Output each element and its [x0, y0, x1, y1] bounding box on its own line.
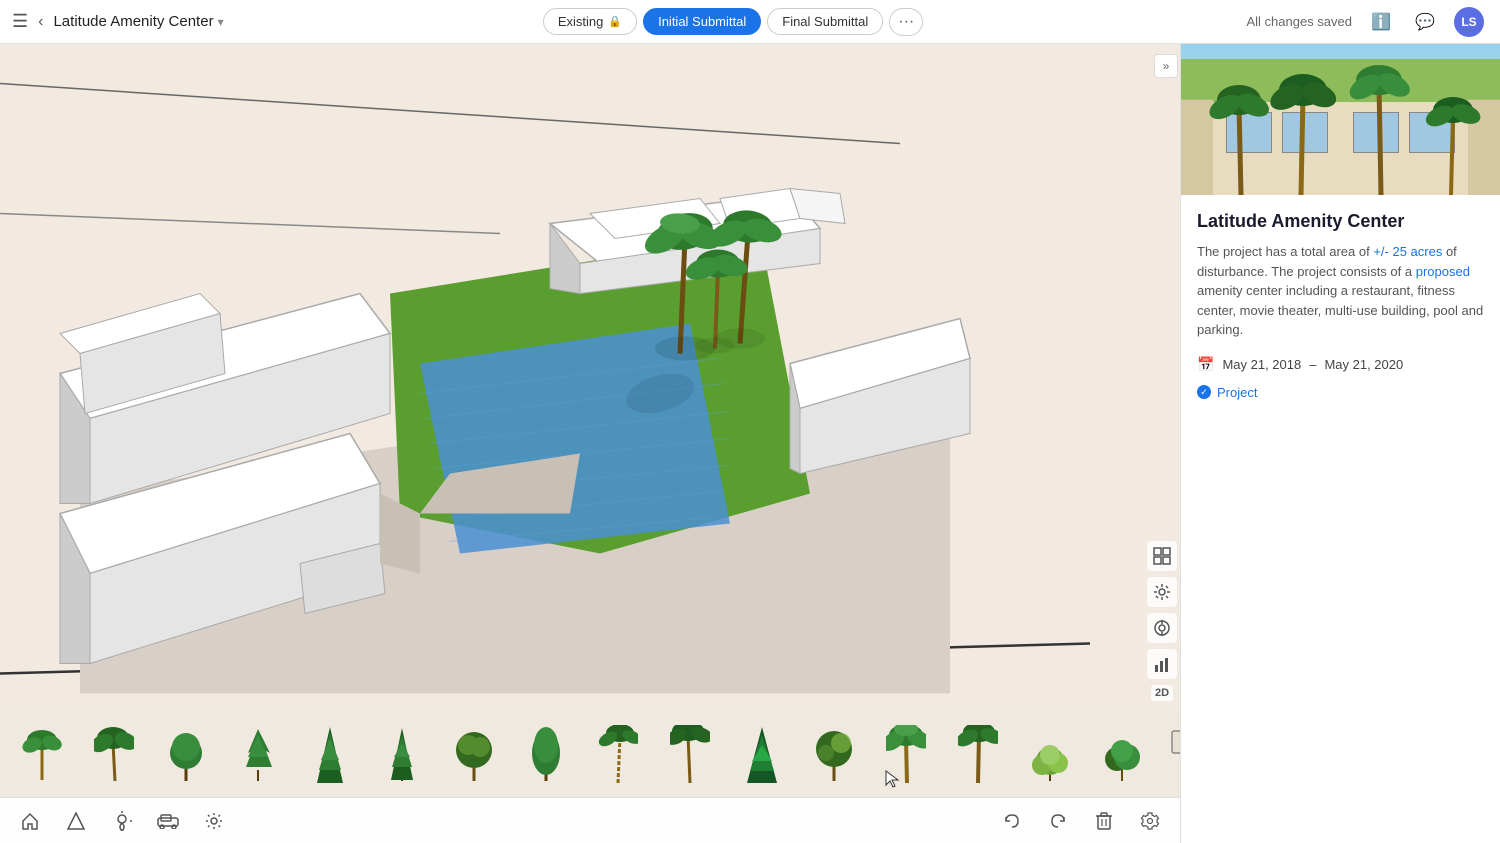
- asset-palm-medium[interactable]: [80, 715, 148, 791]
- header-left: ☰ ‹ Latitude Amenity Center ▾: [0, 11, 236, 32]
- panel-description: The project has a total area of +/- 25 a…: [1197, 242, 1484, 340]
- effects-button[interactable]: [1147, 577, 1177, 607]
- asset-tree-tall[interactable]: [224, 715, 292, 791]
- grid-toggle-button[interactable]: [1147, 541, 1177, 571]
- delete-button[interactable]: [1090, 807, 1118, 835]
- asset-tree-round3[interactable]: [800, 715, 868, 791]
- asset-sign-board[interactable]: Latitude: [1160, 715, 1180, 791]
- tab-initial-submittal[interactable]: Initial Submittal: [643, 8, 761, 35]
- info-icon[interactable]: ℹ️: [1366, 7, 1396, 37]
- asset-tree-conifer2[interactable]: [368, 715, 436, 791]
- asset-tree-round2[interactable]: [440, 715, 508, 791]
- redo-button[interactable]: [1044, 807, 1072, 835]
- saved-status: All changes saved: [1246, 14, 1352, 29]
- lock-icon: 🔒: [608, 15, 622, 28]
- asset-tree-tall2[interactable]: [512, 715, 580, 791]
- asset-palm-large2[interactable]: [944, 715, 1012, 791]
- left-tools: [16, 807, 228, 835]
- panel-title: Latitude Amenity Center: [1197, 211, 1484, 232]
- panel-tag[interactable]: Project: [1197, 385, 1484, 400]
- panel-date-range: 📅 May 21, 2018 – May 21, 2020: [1197, 356, 1484, 373]
- bottom-toolbar: [0, 797, 1180, 843]
- asset-tree-conifer3[interactable]: [728, 715, 796, 791]
- more-options-button[interactable]: ···: [889, 8, 923, 36]
- right-tools: [998, 807, 1164, 835]
- asset-tree-conifer[interactable]: [296, 715, 364, 791]
- target-button[interactable]: [1147, 613, 1177, 643]
- title-chevron-icon: ▾: [218, 15, 224, 29]
- tag-check-icon: [1197, 385, 1211, 399]
- place-tool-button[interactable]: [108, 807, 136, 835]
- asset-tree-bush2[interactable]: [1088, 715, 1156, 791]
- header: ☰ ‹ Latitude Amenity Center ▾ Existing 🔒…: [0, 0, 1500, 44]
- 3d-scene: [0, 44, 1090, 753]
- shape-tool-button[interactable]: [62, 807, 90, 835]
- project-title[interactable]: Latitude Amenity Center ▾: [53, 13, 223, 30]
- right-panel: Latitude Amenity Center The project has …: [1180, 0, 1500, 843]
- header-right: All changes saved ℹ️ 💬 LS: [1230, 7, 1500, 37]
- asset-tree-round[interactable]: [152, 715, 220, 791]
- header-tabs: Existing 🔒 Initial Submittal Final Submi…: [236, 8, 1231, 36]
- asset-palm-tall[interactable]: [584, 715, 652, 791]
- tab-existing[interactable]: Existing 🔒: [543, 8, 637, 35]
- asset-palm-small[interactable]: [8, 715, 76, 791]
- asset-palm-large[interactable]: [872, 715, 940, 791]
- light-tool-button[interactable]: [200, 807, 228, 835]
- menu-icon[interactable]: ☰: [12, 11, 28, 32]
- tab-final-submittal[interactable]: Final Submittal: [767, 8, 883, 35]
- comment-icon[interactable]: 💬: [1410, 7, 1440, 37]
- right-toolbar: 2D: [1144, 88, 1180, 709]
- settings-button[interactable]: [1136, 807, 1164, 835]
- panel-body: Latitude Amenity Center The project has …: [1181, 195, 1500, 416]
- vehicle-tool-button[interactable]: [154, 807, 182, 835]
- asset-tree-bush[interactable]: [1016, 715, 1084, 791]
- 2d-toggle-button[interactable]: 2D: [1151, 685, 1173, 701]
- back-icon[interactable]: ‹: [38, 13, 43, 31]
- chart-button[interactable]: [1147, 649, 1177, 679]
- calendar-icon: 📅: [1197, 356, 1214, 373]
- undo-button[interactable]: [998, 807, 1026, 835]
- avatar[interactable]: LS: [1454, 7, 1484, 37]
- home-tool-button[interactable]: [16, 807, 44, 835]
- panel-toggle-button[interactable]: »: [1154, 54, 1178, 78]
- asset-strip: Latitude: [0, 709, 1180, 797]
- asset-palm-tall2[interactable]: [656, 715, 724, 791]
